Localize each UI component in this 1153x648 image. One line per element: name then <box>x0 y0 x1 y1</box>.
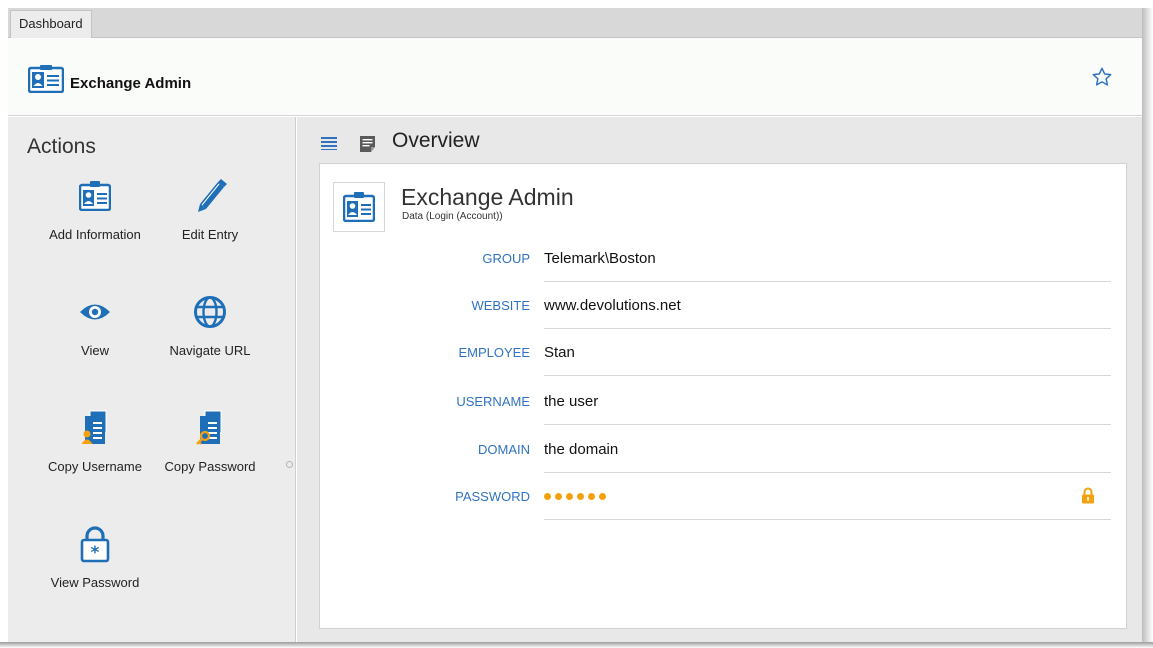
entry-type: Data (Login (Account)) <box>402 211 503 222</box>
svg-text:*: * <box>91 543 100 563</box>
add-information-icon <box>40 175 150 217</box>
entry-card: Exchange Admin Data (Login (Account)) GR… <box>319 163 1127 629</box>
edit-entry-button[interactable]: Edit Entry <box>155 175 265 242</box>
field-group: GROUP Telemark\Boston <box>320 235 1128 283</box>
edit-entry-label: Edit Entry <box>181 227 239 242</box>
window-shadow <box>0 642 1153 648</box>
globe-icon <box>155 291 265 333</box>
field-label: PASSWORD <box>455 489 530 504</box>
copy-password-button[interactable]: Copy Password <box>155 407 265 474</box>
star-icon[interactable] <box>1091 66 1113 93</box>
password-mask[interactable] <box>544 493 606 500</box>
field-password: PASSWORD <box>320 473 1128 521</box>
view-password-button[interactable]: * View Password <box>40 523 150 590</box>
navigate-url-button[interactable]: Navigate URL <box>155 291 265 358</box>
field-divider <box>544 424 1111 425</box>
navigate-url-label: Navigate URL <box>169 343 251 358</box>
eye-icon <box>40 291 150 333</box>
add-information-label: Add Information <box>49 227 141 242</box>
entry-icon <box>333 182 385 232</box>
field-value[interactable]: the user <box>544 378 598 426</box>
copy-password-icon <box>155 407 265 449</box>
mask-dot <box>544 493 551 500</box>
field-website: WEBSITE www.devolutions.net <box>320 282 1128 330</box>
actions-sidebar: Actions Add Information Edit Entry View … <box>8 117 296 642</box>
mask-dot <box>577 493 584 500</box>
field-username: USERNAME the user <box>320 378 1128 426</box>
pencil-icon <box>155 175 265 217</box>
overview-panel: Overview Exchange Admin Data (Login (Acc… <box>297 117 1142 642</box>
contact-card-icon <box>27 65 65 98</box>
field-label: DOMAIN <box>478 442 530 457</box>
mask-dot <box>555 493 562 500</box>
document-icon[interactable] <box>360 136 375 157</box>
actions-title: Actions <box>27 135 96 158</box>
padlock-icon: * <box>40 523 150 565</box>
lock-icon[interactable] <box>1081 487 1095 509</box>
view-password-label: View Password <box>50 575 140 590</box>
field-label: GROUP <box>482 251 530 266</box>
mask-dot <box>566 493 573 500</box>
add-information-button[interactable]: Add Information <box>40 175 150 242</box>
tab-bar: Dashboard <box>8 8 1142 38</box>
copy-username-label: Copy Username <box>48 459 142 474</box>
overview-title: Overview <box>392 129 480 152</box>
view-button[interactable]: View <box>40 291 150 358</box>
splitter-handle[interactable] <box>286 461 293 468</box>
field-divider <box>544 519 1111 520</box>
mask-dot <box>599 493 606 500</box>
view-label: View <box>81 343 109 358</box>
entry-title: Exchange Admin <box>401 184 574 210</box>
field-value[interactable]: www.devolutions.net <box>544 282 681 330</box>
field-value[interactable]: Stan <box>544 329 575 377</box>
field-value[interactable]: the domain <box>544 426 618 474</box>
field-label: WEBSITE <box>471 298 530 313</box>
window-shadow <box>1142 8 1153 648</box>
copy-password-label: Copy Password <box>164 459 256 474</box>
entry-name: Exchange Admin <box>70 75 192 92</box>
application-window: Dashboard Exchange Admin Actions Add Inf… <box>0 0 1153 648</box>
field-divider <box>544 375 1111 376</box>
field-label: EMPLOYEE <box>458 345 530 360</box>
mask-dot <box>588 493 595 500</box>
entry-header: Exchange Admin <box>8 38 1142 116</box>
copy-username-icon <box>40 407 150 449</box>
field-domain: DOMAIN the domain <box>320 426 1128 474</box>
list-view-icon[interactable] <box>321 136 337 155</box>
field-employee: EMPLOYEE Stan <box>320 329 1128 377</box>
copy-username-button[interactable]: Copy Username <box>40 407 150 474</box>
field-value[interactable]: Telemark\Boston <box>544 235 656 283</box>
tab-dashboard[interactable]: Dashboard <box>10 10 92 38</box>
field-label: USERNAME <box>456 394 530 409</box>
